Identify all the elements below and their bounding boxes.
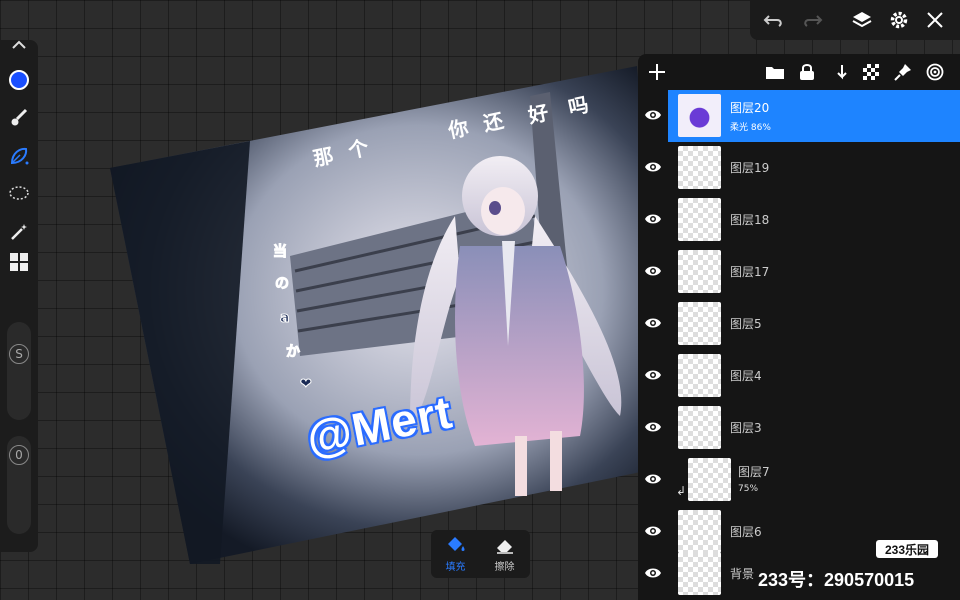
layer-thumbnail [678,354,721,397]
size-slider-knob[interactable]: S [9,344,29,364]
visibility-eye-icon[interactable] [642,156,664,178]
lasso-select-icon[interactable] [7,182,31,206]
layer-name: 图层18 [730,213,770,227]
layer-thumbnail [678,302,721,345]
undo-icon[interactable] [762,8,786,32]
visibility-eye-icon[interactable] [642,364,664,386]
layer-thumbnail [678,552,721,595]
layer-thumbnail [688,458,731,501]
layer-blend-mode: 柔光 [730,123,749,133]
erase-tool-label: 擦除 [494,562,515,573]
layer-name: 图层5 [730,317,762,331]
visibility-eye-icon[interactable] [642,416,664,438]
watermark-logo: 233乐园 [876,540,938,558]
layer-row[interactable]: 图层4 [638,350,960,402]
fill-erase-toolbar: 填充 擦除 [431,530,530,578]
visibility-eye-icon[interactable] [642,312,664,334]
layer-meta: 柔光 86% [730,120,771,133]
watermark-id: 233号：290570015 [758,570,915,590]
brush-icon[interactable] [7,106,31,130]
visibility-eye-icon[interactable] [642,260,664,282]
layer-meta: 75% [738,484,758,494]
visibility-eye-icon[interactable] [642,520,664,542]
layer-row[interactable]: 图层5 [638,298,960,350]
side-char: ❤ [300,376,312,392]
size-slider[interactable] [7,322,31,420]
layer-row[interactable]: 图层7 75% ↲ [638,454,960,506]
eraser-icon [496,540,513,554]
layer-name: 图层6 [730,525,762,539]
artwork-image: 那 个 你 还 好 吗 当 の a か ❤ [110,66,670,564]
reference-icon[interactable] [924,61,946,83]
layer-name: 背景 [730,567,755,581]
left-toolbar: S 0 [0,40,38,552]
layer-name: 图层4 [730,369,762,383]
artwork-canvas[interactable]: 那 个 你 还 好 吗 当 の a か ❤ [110,66,670,564]
redo-icon[interactable] [800,8,824,32]
transparency-icon[interactable] [860,61,882,83]
layer-row[interactable]: 图层20 柔光 86% [638,90,960,142]
layer-thumbnail [678,198,721,241]
close-icon[interactable] [923,8,947,32]
brush-size-icon[interactable] [7,36,31,60]
fill-tool-label: 填充 [445,562,466,573]
layer-thumbnail [678,406,721,449]
side-char: の [275,276,289,292]
fill-tool-button[interactable]: 填充 [431,530,480,578]
paint-bucket-icon [447,537,464,551]
erase-tool-button[interactable]: 擦除 [480,530,529,578]
layers-icon[interactable] [850,8,874,32]
layer-row[interactable]: 图层17 [638,246,960,298]
top-toolbar [750,0,960,40]
layer-thumbnail [678,94,721,137]
visibility-eye-icon[interactable] [642,562,664,584]
layer-row[interactable]: 图层3 [638,402,960,454]
magic-wand-icon[interactable] [7,220,31,244]
grid-icon[interactable] [7,250,31,274]
side-char: か [286,344,300,360]
gear-icon[interactable] [887,8,911,32]
color-swatch-icon[interactable] [7,68,31,92]
layer-name: 图层7 [738,465,770,479]
layer-thumbnail [678,146,721,189]
layer-opacity: 86% [750,123,771,133]
layer-thumbnail [678,510,721,553]
pin-icon[interactable] [892,61,914,83]
side-char: 当 [273,243,287,260]
lock-icon[interactable] [796,61,818,83]
visibility-eye-icon[interactable] [642,208,664,230]
layer-thumbnail [678,250,721,293]
layer-name: 图层19 [730,161,770,175]
merge-down-icon[interactable] [828,61,850,83]
layer-row[interactable]: 图层18 [638,194,960,246]
layer-row[interactable]: 图层19 [638,142,960,194]
layers-panel: 图层20 柔光 86% 图层19 图层18 图层17 图层5 图层4 图层3 图层7 75% ↲ 图层… [638,54,960,600]
smudge-icon[interactable] [7,144,31,168]
opacity-slider-knob[interactable]: 0 [9,445,29,465]
layers-panel-header [638,54,960,90]
side-char: a [280,310,289,326]
add-layer-icon[interactable] [646,61,668,83]
layer-name: 图层17 [730,265,770,279]
layer-name: 图层3 [730,421,762,435]
layer-name: 图层20 [730,101,770,115]
layer-opacity: 75% [738,484,759,494]
clip-arrow-icon: ↲ [676,484,687,498]
folder-icon[interactable] [764,61,786,83]
visibility-eye-icon[interactable] [642,104,664,126]
visibility-eye-icon[interactable] [642,468,664,490]
